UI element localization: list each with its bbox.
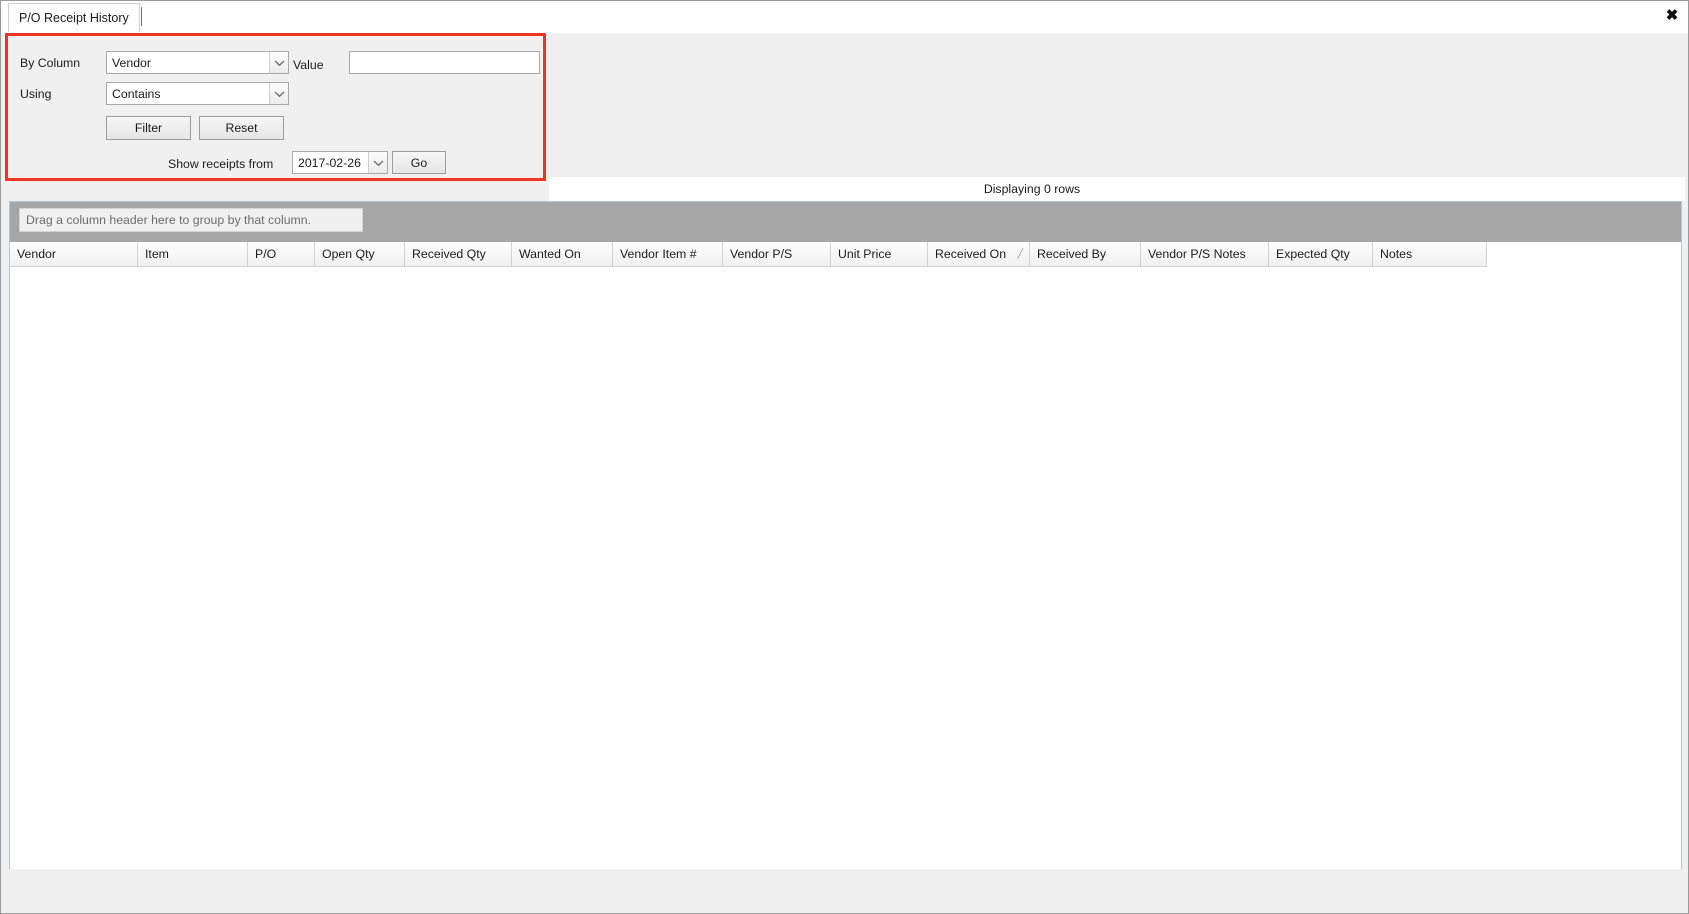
grid-column-header[interactable]: Wanted On	[512, 242, 613, 267]
grid-header-filler	[1487, 242, 1681, 268]
by-column-selected-value: Vendor	[112, 55, 151, 70]
grid-column-header[interactable]: Expected Qty	[1269, 242, 1373, 267]
tab-strip: P/O Receipt History ✖	[1, 1, 1688, 33]
grid-column-header-label: Open Qty	[322, 247, 375, 261]
tab-caret	[141, 7, 142, 26]
go-button[interactable]: Go	[392, 151, 446, 174]
filter-button[interactable]: Filter	[106, 116, 191, 140]
grid-column-header-label: Expected Qty	[1276, 247, 1350, 261]
receipts-from-date-picker[interactable]: 2017-02-26	[292, 151, 388, 174]
value-label: Value	[293, 58, 324, 72]
sort-ascending-icon: ╱	[1017, 248, 1023, 259]
using-selected-value: Contains	[112, 86, 161, 101]
grid-column-header[interactable]: Item	[138, 242, 248, 267]
grid-column-header-label: Received By	[1037, 247, 1107, 261]
grid-column-header[interactable]: Vendor Item #	[613, 242, 723, 267]
grid-column-header-label: Vendor Item #	[620, 247, 697, 261]
using-select[interactable]: Contains	[106, 82, 289, 105]
chevron-down-icon[interactable]	[269, 83, 288, 104]
reset-button[interactable]: Reset	[199, 116, 284, 140]
grid-column-header[interactable]: P/O	[248, 242, 315, 267]
group-by-hint: Drag a column header here to group by th…	[19, 208, 363, 232]
grid-column-header-label: Notes	[1380, 247, 1413, 261]
filter-panel-inner: By Column Vendor Value Using Contains Fi…	[8, 36, 543, 178]
grid-column-header[interactable]: Received Qty	[405, 242, 512, 267]
using-label: Using	[20, 87, 52, 101]
grid-column-header-label: Received On	[935, 247, 1007, 261]
grid-column-header-label: Wanted On	[519, 247, 581, 261]
tab-po-receipt-history[interactable]: P/O Receipt History	[8, 3, 140, 32]
receipts-from-date-value: 2017-02-26	[298, 155, 361, 170]
window-bottom-chrome	[1, 869, 1688, 913]
receipt-history-grid: Drag a column header here to group by th…	[9, 201, 1682, 870]
grid-column-header[interactable]: Unit Price	[831, 242, 928, 267]
grid-column-header-label: P/O	[255, 247, 277, 261]
grid-column-header[interactable]: Open Qty	[315, 242, 405, 267]
application-window: P/O Receipt History ✖ By Column Vendor V…	[0, 0, 1689, 914]
grid-body	[10, 267, 1681, 869]
group-by-panel[interactable]: Drag a column header here to group by th…	[10, 202, 1681, 242]
grid-column-header-label: Vendor	[17, 247, 56, 261]
close-icon[interactable]: ✖	[1660, 4, 1684, 26]
grid-header-row: Vendor Item P/O Open Qty Received Qty Wanted …	[10, 242, 1681, 268]
grid-column-header[interactable]: Vendor P/S Notes	[1141, 242, 1269, 267]
grid-column-header-label: Vendor P/S Notes	[1148, 247, 1246, 261]
grid-column-header[interactable]: Notes	[1373, 242, 1487, 267]
grid-column-header-label: Unit Price	[838, 247, 892, 261]
value-input[interactable]	[349, 51, 540, 74]
by-column-select[interactable]: Vendor	[106, 51, 289, 74]
grid-column-header[interactable]: Received By	[1030, 242, 1141, 267]
grid-column-header-label: Item	[145, 247, 169, 261]
displaying-rows-status: Displaying 0 rows	[983, 182, 1081, 196]
grid-column-header[interactable]: Vendor P/S	[723, 242, 831, 267]
filter-panel: By Column Vendor Value Using Contains Fi…	[5, 33, 546, 181]
by-column-label: By Column	[20, 56, 81, 70]
show-receipts-from-label: Show receipts from	[168, 157, 274, 171]
chevron-down-icon[interactable]	[269, 52, 288, 73]
grid-column-header[interactable]: Received On ╱	[928, 242, 1030, 267]
grid-column-header-label: Received Qty	[412, 247, 486, 261]
status-strip: Displaying 0 rows	[549, 177, 1685, 201]
grid-column-header-label: Vendor P/S	[730, 247, 793, 261]
grid-column-header[interactable]: Vendor	[10, 242, 138, 267]
chevron-down-icon[interactable]	[368, 152, 387, 173]
tab-label: P/O Receipt History	[19, 11, 129, 25]
